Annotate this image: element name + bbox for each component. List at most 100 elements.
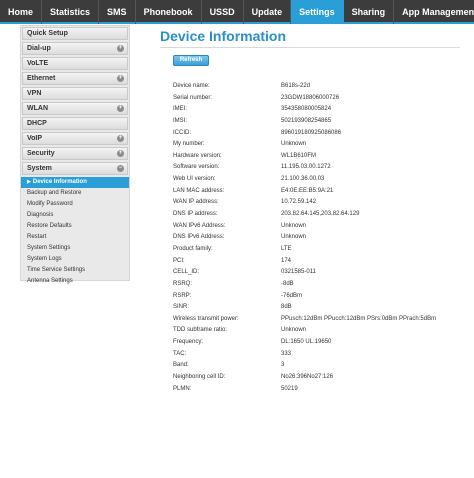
info-row: PCI: 174 (173, 256, 463, 268)
sidebar-item-system[interactable]: System − (22, 162, 128, 175)
sidebar-subitem-antenna-settings[interactable]: Antenna Settings (21, 276, 129, 287)
info-value: WL1B610FM (281, 152, 317, 159)
tab-statistics[interactable]: Statistics (42, 0, 100, 24)
info-value: 896019180925086086 (281, 129, 342, 136)
sidebar-item-label: Quick Setup (27, 30, 68, 37)
sidebar-subitem-system-settings[interactable]: System Settings (21, 243, 129, 254)
info-row: RSRQ: -8dB (173, 279, 463, 291)
tab-settings[interactable]: Settings (291, 0, 344, 24)
sidebar-item-label: Security (27, 150, 55, 157)
tab-app-management[interactable]: App Management (394, 0, 474, 24)
info-row: Wireless transmit power: PPusch:12dBm PPu… (173, 314, 463, 326)
sidebar-subitem-restart[interactable]: Restart (21, 232, 129, 243)
info-row: Device name: B618s-22d (173, 81, 463, 93)
tab-phonebook[interactable]: Phonebook (136, 0, 202, 24)
info-label: SINR: (173, 304, 190, 311)
info-row: My number: Unknown (173, 139, 463, 151)
info-label: Software version: (173, 164, 220, 171)
sidebar-item-ethernet[interactable]: Ethernet + (22, 72, 128, 85)
sidebar-item-label: WLAN (27, 105, 48, 112)
sidebar-item-wlan[interactable]: WLAN + (22, 102, 128, 115)
sidebar-item-volte[interactable]: VoLTE (22, 57, 128, 70)
title-divider (160, 47, 460, 48)
info-value: LTE (281, 245, 292, 252)
info-row: Hardware version: WL1B610FM (173, 151, 463, 163)
info-row: TAC: 333 (173, 349, 463, 361)
info-value: No26:396No27:126 (281, 374, 334, 381)
sidebar-item-dhcp[interactable]: DHCP (22, 117, 128, 130)
expand-icon[interactable]: + (117, 135, 124, 142)
info-label: Web UI version: (173, 176, 216, 183)
collapse-icon[interactable]: − (117, 165, 124, 172)
sidebar-item-label: VoIP (27, 135, 43, 142)
info-value: 11.195.03.00.1272 (281, 164, 331, 171)
sidebar-item-label: VoLTE (27, 60, 49, 67)
info-row: PLMN: 50219 (173, 384, 463, 396)
sidebar-subitem-system-logs[interactable]: System Logs (21, 254, 129, 265)
info-label: Band: (173, 362, 189, 369)
info-label: Product family: (173, 245, 213, 252)
info-value: 50219 (281, 385, 298, 392)
expand-icon[interactable]: + (117, 105, 124, 112)
info-label: PCI: (173, 257, 185, 264)
sidebar-subitem-backup-and-restore[interactable]: Backup and Restore (21, 188, 129, 199)
sidebar-item-vpn[interactable]: VPN (22, 87, 128, 100)
info-row: WAN IP address: 10.72.59.142 (173, 197, 463, 209)
tab-update[interactable]: Update (244, 0, 292, 24)
info-value: 10.72.59.142 (281, 199, 317, 206)
info-value: B618s-22d (281, 83, 311, 89)
info-value: E4:0E:EE:B5:9A:21 (281, 187, 334, 194)
sidebar-subitem-time-service-settings[interactable]: Time Service Settings (21, 265, 129, 276)
info-value: Unknown (281, 222, 307, 229)
sidebar-subitem-restore-defaults[interactable]: Restore Defaults (21, 221, 129, 232)
tab-ussd[interactable]: USSD (202, 0, 244, 24)
sidebar-item-label: Dial-up (27, 45, 51, 52)
system-submenu: ▶ Device Information Backup and Restore M… (21, 177, 129, 287)
refresh-button[interactable]: Refresh (173, 55, 209, 66)
info-label: DNS IP address: (173, 211, 218, 218)
info-label: TDD subframe ratio: (173, 327, 228, 334)
info-value: DL:1650 UL:19650 (281, 339, 332, 346)
expand-icon[interactable]: + (117, 150, 124, 157)
settings-sidebar: Quick Setup Dial-up + VoLTE Ethernet + VPN… (20, 25, 130, 284)
info-value: 3 (281, 362, 285, 369)
info-row: Product family: LTE (173, 244, 463, 256)
info-label: IMSI: (173, 117, 188, 124)
arrow-right-icon: ▶ (27, 179, 31, 185)
info-label: Device name: (173, 83, 210, 89)
info-value: 174 (281, 257, 292, 264)
tab-sharing[interactable]: Sharing (344, 0, 395, 24)
expand-icon[interactable]: + (117, 75, 124, 82)
tab-sms[interactable]: SMS (99, 0, 136, 24)
sidebar-subitem-modify-password[interactable]: Modify Password (21, 199, 129, 210)
page-title: Device Information (160, 28, 287, 44)
info-label: LAN MAC address: (173, 187, 225, 194)
info-value: Unknown (281, 327, 307, 334)
info-label: IMEI: (173, 106, 188, 113)
sidebar-subitem-device-information[interactable]: ▶ Device Information (21, 177, 129, 188)
info-row: IMSI: 502193908254865 (173, 116, 463, 128)
sidebar-item-voip[interactable]: VoIP + (22, 132, 128, 145)
info-label: CELL_ID: (173, 269, 200, 276)
expand-icon[interactable]: + (117, 45, 124, 52)
info-value: 0321585-011 (281, 269, 316, 276)
info-row: Neighboring cell ID: No26:396No27:126 (173, 372, 463, 384)
info-value: 8dB (281, 304, 292, 311)
sidebar-subitem-diagnosis[interactable]: Diagnosis (21, 210, 129, 221)
sidebar-item-security[interactable]: Security + (22, 147, 128, 160)
info-row: Serial number: 23GDW18806000726 (173, 93, 463, 105)
sidebar-item-label: System (27, 165, 52, 172)
sidebar-item-dial-up[interactable]: Dial-up + (22, 42, 128, 55)
sidebar-item-quick-setup[interactable]: Quick Setup (22, 27, 128, 40)
info-label: My number: (173, 141, 205, 148)
sidebar-item-label: Ethernet (27, 75, 56, 82)
info-row: Web UI version: 21.100.36.00.03 (173, 174, 463, 186)
info-label: Serial number: (173, 94, 213, 101)
info-row: TDD subframe ratio: Unknown (173, 325, 463, 337)
info-value: 23GDW18806000726 (281, 94, 340, 101)
info-value: -76dBm (281, 292, 303, 299)
tab-home[interactable]: Home (0, 0, 43, 24)
info-value: PPusch:12dBm PPucch:12dBm PSrs:0dBm PPra… (281, 315, 437, 322)
info-label: Wireless transmit power: (173, 315, 239, 322)
info-value: 354358080005824 (281, 106, 332, 113)
